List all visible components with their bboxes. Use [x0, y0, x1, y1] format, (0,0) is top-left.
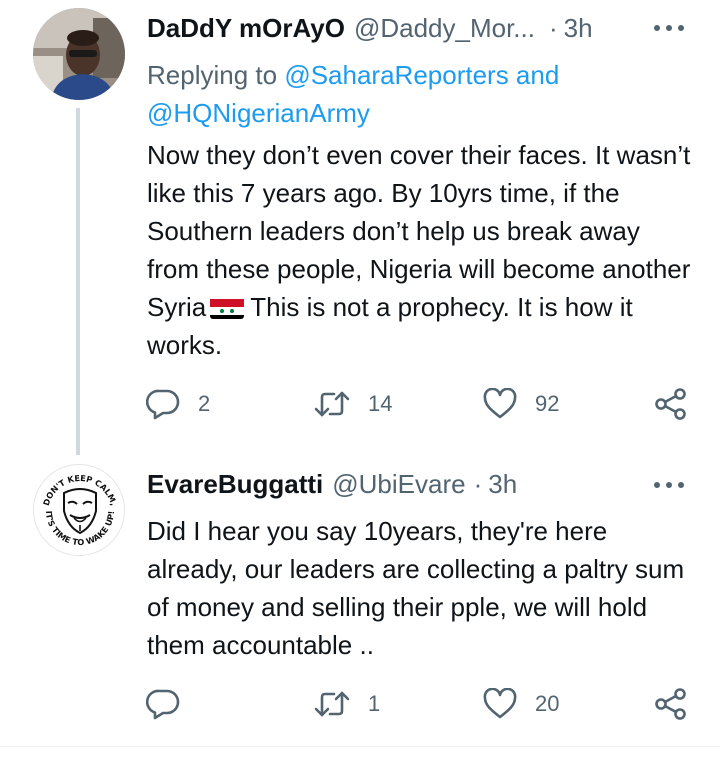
share-button[interactable] — [654, 684, 688, 724]
syria-flag-icon — [210, 295, 245, 319]
reply-icon — [146, 689, 180, 720]
bottom-divider — [0, 746, 720, 747]
avatar-daddy-morayo[interactable] — [33, 8, 125, 100]
user-handle[interactable]: @UbiEvare — [332, 468, 465, 500]
more-icon[interactable] — [654, 481, 684, 489]
reply-icon — [146, 389, 180, 420]
share-button[interactable] — [654, 384, 688, 424]
action-bar: 1 20 — [146, 684, 691, 724]
share-icon — [655, 688, 686, 720]
like-button[interactable]: 20 — [483, 684, 559, 724]
retweet-count: 1 — [368, 691, 381, 716]
separator-dot: · — [548, 13, 558, 43]
reply-button[interactable]: 2 — [146, 384, 210, 424]
more-icon[interactable] — [654, 24, 684, 32]
tweet-header: DaDdY mOrAyO @Daddy_Mor... · 3h — [147, 12, 593, 44]
replying-and: and — [508, 60, 560, 90]
retweet-button[interactable]: 14 — [314, 384, 392, 424]
display-name[interactable]: EvareBuggatti — [147, 468, 323, 500]
display-name[interactable]: DaDdY mOrAyO — [147, 12, 345, 44]
tweet-2[interactable]: DON'T KEEP CALM, IT'S TIME TO WAKE UP! E… — [0, 450, 720, 746]
retweet-icon — [314, 691, 350, 717]
retweet-icon — [314, 391, 350, 417]
tweet-text: Now they don’t even cover their faces. I… — [147, 136, 697, 364]
share-icon — [655, 388, 686, 420]
like-count: 20 — [535, 691, 560, 716]
action-bar: 2 14 92 — [146, 384, 691, 424]
like-button[interactable]: 92 — [483, 384, 559, 424]
tweet-text: Did I hear you say 10years, they're here… — [147, 516, 685, 660]
reply-button[interactable] — [146, 684, 198, 724]
reply-count: 2 — [198, 391, 211, 416]
heart-icon — [483, 388, 517, 419]
avatar-evare-buggatti[interactable]: DON'T KEEP CALM, IT'S TIME TO WAKE UP! — [33, 464, 125, 556]
retweet-button[interactable]: 1 — [314, 684, 380, 724]
timestamp[interactable]: 3h — [488, 468, 517, 500]
avatar-photo — [33, 8, 125, 100]
thread-line — [76, 108, 80, 455]
heart-icon — [483, 688, 517, 719]
tweet-1[interactable]: DaDdY mOrAyO @Daddy_Mor... · 3h Replying… — [0, 0, 720, 455]
user-handle[interactable]: @Daddy_Mor... — [354, 12, 535, 44]
tweet-header: EvareBuggatti @UbiEvare · 3h — [147, 468, 517, 500]
mention-sahara-reporters[interactable]: @SaharaReporters — [284, 60, 508, 90]
like-count: 92 — [535, 391, 560, 416]
replying-prefix: Replying to — [147, 60, 285, 90]
replying-to: Replying to @SaharaReporters and @HQNige… — [147, 56, 687, 132]
retweet-count: 14 — [368, 391, 393, 416]
mention-hq-nigerian-army[interactable]: @HQNigerianArmy — [147, 98, 370, 128]
avatar-mask-logo: DON'T KEEP CALM, IT'S TIME TO WAKE UP! — [34, 465, 124, 555]
timestamp[interactable]: 3h — [564, 12, 593, 44]
separator-dot: · — [473, 469, 483, 499]
